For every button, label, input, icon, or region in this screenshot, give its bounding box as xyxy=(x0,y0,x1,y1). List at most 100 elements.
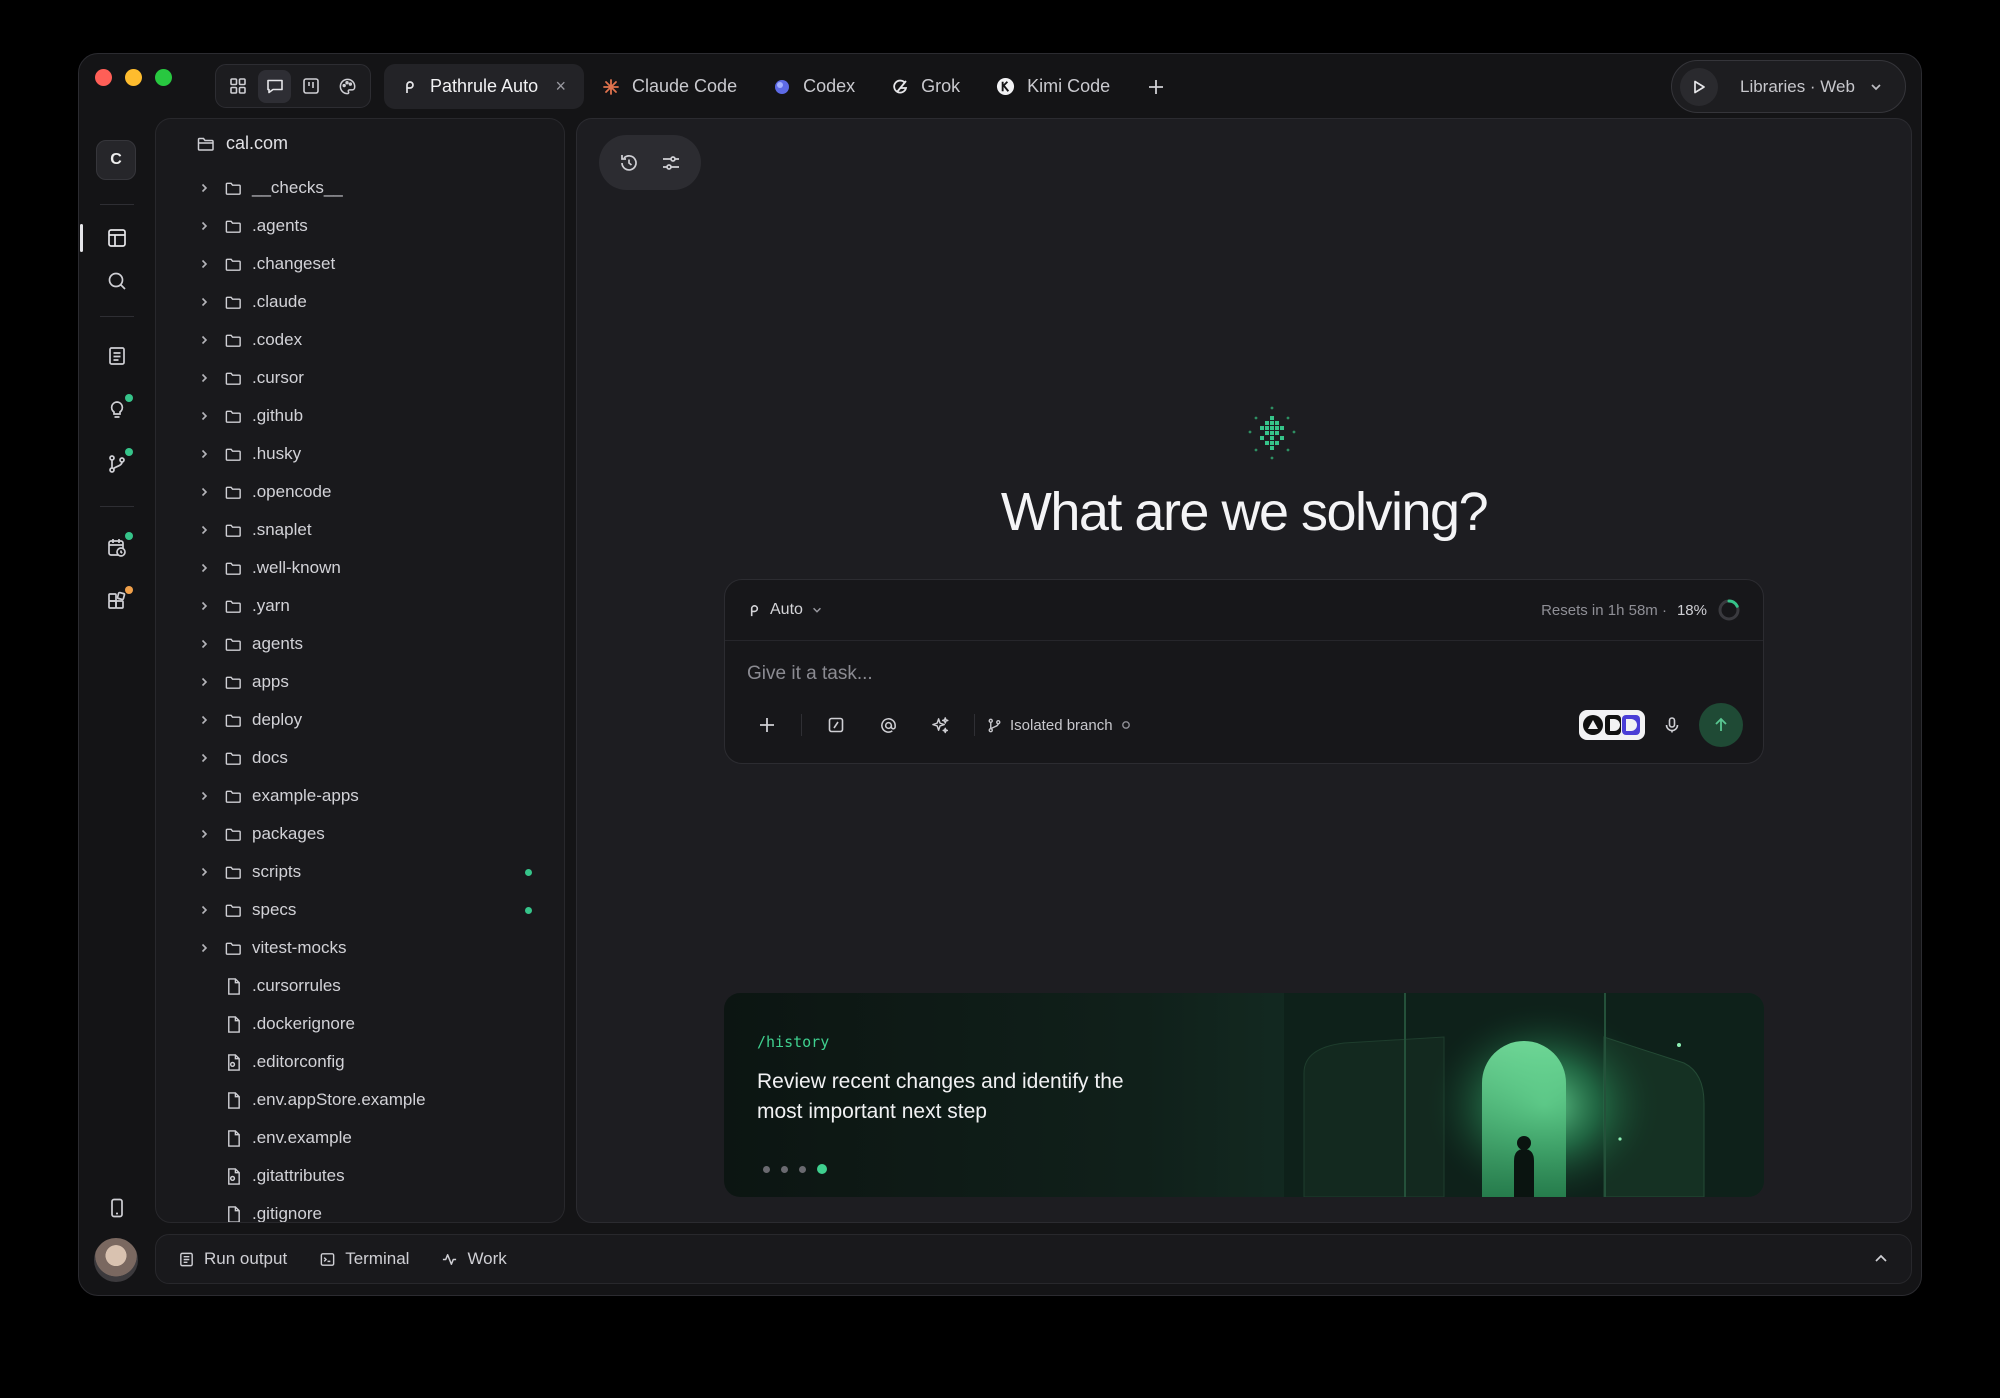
carousel-dot[interactable] xyxy=(763,1165,770,1173)
voice-input-button[interactable] xyxy=(1663,716,1681,734)
new-tab-button[interactable] xyxy=(1136,67,1176,107)
task-input[interactable]: Give it a task... xyxy=(747,663,873,685)
tree-folder-row[interactable]: packages xyxy=(196,815,554,853)
tree-folder-row[interactable]: docs xyxy=(196,739,554,777)
slash-command-button[interactable] xyxy=(814,703,858,747)
tab-kimi-code[interactable]: Kimi Code xyxy=(978,64,1128,109)
chevron-right-icon[interactable] xyxy=(196,866,212,878)
rail-schedule-button[interactable] xyxy=(97,528,137,568)
attach-button[interactable] xyxy=(745,703,789,747)
tree-file-row[interactable]: .gitattributes xyxy=(196,1157,554,1195)
expand-panel-button[interactable] xyxy=(1873,1251,1889,1267)
tree-folder-row[interactable]: .well-known xyxy=(196,549,554,587)
tree-root[interactable]: cal.com xyxy=(196,133,288,154)
work-tab[interactable]: Work xyxy=(441,1249,507,1269)
settings-sliders-button[interactable] xyxy=(660,152,682,174)
tree-item-label: .env.example xyxy=(252,1128,352,1147)
tree-folder-row[interactable]: .opencode xyxy=(196,473,554,511)
history-button[interactable] xyxy=(618,152,640,174)
tree-folder-row[interactable]: specs xyxy=(196,891,554,929)
tree-folder-row[interactable]: .changeset xyxy=(196,245,554,283)
close-window-button[interactable] xyxy=(95,69,112,86)
chevron-right-icon[interactable] xyxy=(196,828,212,840)
tree-file-row[interactable]: .cursorrules xyxy=(196,967,554,1005)
chevron-right-icon[interactable] xyxy=(196,562,212,574)
tree-folder-row[interactable]: __checks__ xyxy=(196,169,554,207)
run-button[interactable] xyxy=(1680,67,1718,106)
tab-grok[interactable]: Grok xyxy=(873,64,978,109)
tree-folder-row[interactable]: .yarn xyxy=(196,587,554,625)
board-view-button[interactable] xyxy=(295,70,328,103)
close-tab-button[interactable]: × xyxy=(555,76,566,97)
tree-file-row[interactable]: .editorconfig xyxy=(196,1043,554,1081)
terminal-tab[interactable]: Terminal xyxy=(319,1249,409,1269)
chevron-right-icon[interactable] xyxy=(196,486,212,498)
tree-folder-row[interactable]: scripts xyxy=(196,853,554,891)
tree-folder-row[interactable]: .husky xyxy=(196,435,554,473)
theme-button[interactable] xyxy=(331,70,364,103)
tree-folder-row[interactable]: apps xyxy=(196,663,554,701)
user-avatar[interactable] xyxy=(94,1238,138,1282)
chevron-right-icon[interactable] xyxy=(196,296,212,308)
tree-folder-row[interactable]: deploy xyxy=(196,701,554,739)
rail-ideas-button[interactable] xyxy=(97,390,137,430)
rail-git-button[interactable] xyxy=(97,444,137,484)
rail-extensions-button[interactable] xyxy=(97,582,137,622)
tree-folder-row[interactable]: .github xyxy=(196,397,554,435)
workspace-switcher[interactable]: C xyxy=(96,140,136,180)
chevron-right-icon[interactable] xyxy=(196,790,212,802)
run-target-selector[interactable]: Libraries · Web xyxy=(1671,60,1906,113)
tree-folder-row[interactable]: .cursor xyxy=(196,359,554,397)
chevron-right-icon[interactable] xyxy=(196,752,212,764)
chevron-right-icon[interactable] xyxy=(196,524,212,536)
rail-explorer-button[interactable] xyxy=(97,218,137,258)
grid-view-button[interactable] xyxy=(222,70,255,103)
chevron-right-icon[interactable] xyxy=(196,372,212,384)
provider-logos[interactable] xyxy=(1579,710,1645,740)
tree-file-row[interactable]: .gitignore xyxy=(196,1195,554,1222)
chevron-right-icon[interactable] xyxy=(196,600,212,612)
chevron-right-icon[interactable] xyxy=(196,220,212,232)
tree-folder-row[interactable]: .snaplet xyxy=(196,511,554,549)
mention-button[interactable] xyxy=(866,703,910,747)
chevron-right-icon[interactable] xyxy=(196,448,212,460)
magic-button[interactable] xyxy=(918,703,962,747)
chevron-right-icon[interactable] xyxy=(196,904,212,916)
tree-file-row[interactable]: .env.example xyxy=(196,1119,554,1157)
chevron-right-icon[interactable] xyxy=(196,334,212,346)
tree-folder-row[interactable]: .claude xyxy=(196,283,554,321)
isolated-branch-toggle[interactable]: Isolated branch xyxy=(987,717,1131,734)
rail-device-button[interactable] xyxy=(97,1188,137,1228)
chat-view-button[interactable] xyxy=(258,69,292,103)
tree-file-row[interactable]: .env.appStore.example xyxy=(196,1081,554,1119)
tree-folder-row[interactable]: .agents xyxy=(196,207,554,245)
kimi-icon xyxy=(997,77,1015,96)
suggestion-card[interactable]: /history Review recent changes and ident… xyxy=(724,993,1764,1197)
tree-folder-row[interactable]: agents xyxy=(196,625,554,663)
tab-codex[interactable]: Codex xyxy=(755,64,873,109)
chevron-right-icon[interactable] xyxy=(196,676,212,688)
tab-pathrule-auto[interactable]: Pathrule Auto × xyxy=(384,64,584,109)
send-button[interactable] xyxy=(1699,703,1743,747)
chevron-right-icon[interactable] xyxy=(196,182,212,194)
tab-claude-code[interactable]: Claude Code xyxy=(584,64,755,109)
minimize-window-button[interactable] xyxy=(125,69,142,86)
folder-icon xyxy=(222,481,244,503)
carousel-dot[interactable] xyxy=(781,1165,788,1173)
run-output-tab[interactable]: Run output xyxy=(178,1249,287,1269)
carousel-dot[interactable] xyxy=(817,1164,827,1174)
zoom-window-button[interactable] xyxy=(155,69,172,86)
tree-folder-row[interactable]: .codex xyxy=(196,321,554,359)
chevron-right-icon[interactable] xyxy=(196,258,212,270)
rail-docs-button[interactable] xyxy=(97,336,137,376)
chevron-right-icon[interactable] xyxy=(196,942,212,954)
carousel-dot[interactable] xyxy=(799,1165,806,1173)
chevron-right-icon[interactable] xyxy=(196,638,212,650)
tree-folder-row[interactable]: vitest-mocks xyxy=(196,929,554,967)
model-selector[interactable]: Auto xyxy=(747,601,823,619)
tree-file-row[interactable]: .dockerignore xyxy=(196,1005,554,1043)
chevron-right-icon[interactable] xyxy=(196,714,212,726)
rail-search-button[interactable] xyxy=(97,261,137,301)
chevron-right-icon[interactable] xyxy=(196,410,212,422)
tree-folder-row[interactable]: example-apps xyxy=(196,777,554,815)
